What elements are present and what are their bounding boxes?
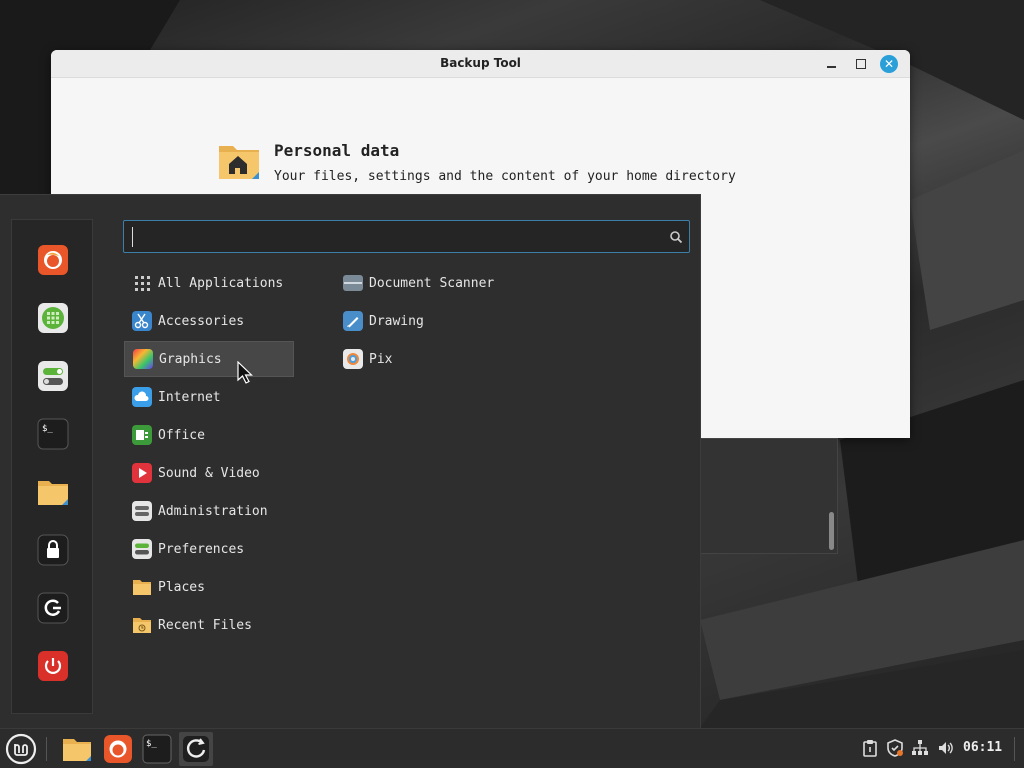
mint-menu-icon[interactable] xyxy=(4,732,38,766)
play-icon xyxy=(132,463,152,483)
terminal-icon[interactable]: $_ xyxy=(140,732,174,766)
app-document-scanner[interactable]: Document Scanner xyxy=(335,265,555,301)
home-folder-icon[interactable] xyxy=(218,142,260,180)
lock-icon[interactable] xyxy=(37,534,69,566)
taskbar-separator xyxy=(46,737,47,761)
app-drawing[interactable]: Drawing xyxy=(335,303,555,339)
mouse-cursor-icon xyxy=(237,361,253,384)
drawing-icon xyxy=(343,311,363,331)
category-internet[interactable]: Internet xyxy=(124,379,294,415)
category-label: Places xyxy=(158,579,205,595)
firefox-icon[interactable] xyxy=(101,732,135,766)
favorites-sidebar: $_ xyxy=(11,219,93,714)
pix-icon xyxy=(343,349,363,369)
category-sound-video[interactable]: Sound & Video xyxy=(124,455,294,491)
app-label: Document Scanner xyxy=(369,275,495,291)
category-label: Administration xyxy=(158,503,268,519)
category-label: Recent Files xyxy=(158,617,252,633)
category-recent-files[interactable]: Recent Files xyxy=(124,607,294,643)
category-places[interactable]: Places xyxy=(124,569,294,605)
category-administration[interactable]: Administration xyxy=(124,493,294,529)
category-label: Accessories xyxy=(158,313,245,329)
personal-data-description: Your files, settings and the content of … xyxy=(274,169,736,184)
search-input[interactable] xyxy=(132,227,652,247)
grid-icon xyxy=(135,276,150,291)
graphics-icon xyxy=(133,349,153,369)
category-all-applications[interactable]: All Applications xyxy=(124,265,294,301)
personal-data-title[interactable]: Personal data xyxy=(274,141,399,160)
volume-icon[interactable] xyxy=(937,739,955,757)
window-title: Backup Tool xyxy=(440,56,521,70)
background-panel xyxy=(700,438,838,554)
scrollbar-thumb[interactable] xyxy=(829,512,834,550)
calculator-icon[interactable] xyxy=(37,302,69,334)
firefox-icon[interactable] xyxy=(37,244,69,276)
category-label: Sound & Video xyxy=(158,465,260,481)
recent-folder-icon xyxy=(133,618,151,633)
cloud-icon xyxy=(132,387,152,407)
category-label: All Applications xyxy=(158,275,284,291)
network-icon[interactable] xyxy=(911,739,929,757)
search-icon[interactable] xyxy=(669,230,683,244)
application-menu: $_ All Applications Accessories Graphics… xyxy=(0,194,701,728)
scissors-icon xyxy=(132,311,152,331)
show-desktop-separator[interactable] xyxy=(1014,737,1015,761)
folder-icon[interactable] xyxy=(37,476,69,508)
category-accessories[interactable]: Accessories xyxy=(124,303,294,339)
category-label: Office xyxy=(158,427,205,443)
clock[interactable]: 06:11 xyxy=(963,740,1002,755)
category-label: Preferences xyxy=(158,541,245,557)
office-icon xyxy=(132,425,152,445)
window-titlebar[interactable]: Backup Tool ✕ xyxy=(51,50,910,78)
svg-text:$_: $_ xyxy=(42,424,53,434)
svg-text:$_: $_ xyxy=(146,739,157,749)
folder-icon xyxy=(133,580,151,595)
clipboard-icon[interactable] xyxy=(861,739,879,757)
terminal-icon[interactable]: $_ xyxy=(37,418,69,450)
category-preferences[interactable]: Preferences xyxy=(124,531,294,567)
backup-icon[interactable] xyxy=(179,732,213,766)
logout-icon[interactable] xyxy=(37,592,69,624)
app-pix[interactable]: Pix xyxy=(335,341,555,377)
category-label: Graphics xyxy=(159,351,222,367)
maximize-button[interactable] xyxy=(852,55,870,73)
app-label: Drawing xyxy=(369,313,424,329)
admin-icon xyxy=(132,501,152,521)
category-label: Internet xyxy=(158,389,221,405)
app-label: Pix xyxy=(369,351,393,367)
shield-icon[interactable] xyxy=(886,739,904,757)
category-office[interactable]: Office xyxy=(124,417,294,453)
taskbar: $_ 06:11 xyxy=(0,728,1024,768)
scanner-icon xyxy=(343,275,363,291)
settings-toggle-icon[interactable] xyxy=(37,360,69,392)
close-button[interactable]: ✕ xyxy=(880,55,898,73)
preferences-icon xyxy=(132,539,152,559)
power-icon[interactable] xyxy=(37,650,69,682)
category-graphics[interactable]: Graphics xyxy=(124,341,294,377)
files-icon[interactable] xyxy=(60,732,94,766)
search-box[interactable] xyxy=(123,220,690,253)
minimize-button[interactable] xyxy=(823,55,841,73)
